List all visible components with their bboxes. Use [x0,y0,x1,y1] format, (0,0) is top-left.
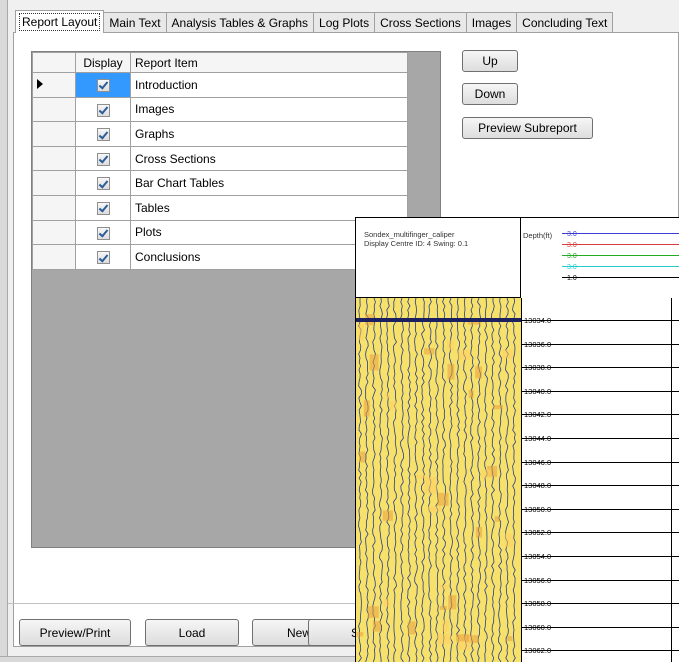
window-frame-left [0,0,8,662]
display-checkbox-cell[interactable] [75,170,131,196]
caliper-log-plot-image: Sondex_multifinger_caliper Display Centr… [355,217,679,662]
depth-tick-label: 13038.0 [524,363,552,373]
depth-tick-label: 13058.0 [524,599,552,609]
tab-label: Concluding Text [522,16,608,30]
table-row[interactable]: Introduction [32,72,408,98]
down-button[interactable]: Down [462,83,518,105]
depth-tick-label: 13052.0 [524,528,552,538]
tab-main-text[interactable]: Main Text [103,12,167,33]
report-item-cell[interactable]: Bar Chart Tables [130,170,408,196]
table-row[interactable]: Plots [32,219,408,246]
plot-title-line2: Display Centre ID: 4 Swing: 0.1 [364,239,469,248]
report-item-cell[interactable]: Cross Sections [130,145,408,172]
row-header-corner [32,52,76,73]
tab-concluding-text[interactable]: Concluding Text [516,12,614,33]
scale-line [562,244,679,245]
scale-value: 3.0 [567,242,577,249]
depth-tick-label: 13040.0 [524,386,552,396]
display-checkbox[interactable] [96,103,110,117]
preview-print-button[interactable]: Preview/Print [19,619,131,646]
report-item-cell[interactable]: Images [130,96,408,123]
display-checkbox[interactable] [96,78,110,92]
display-checkbox-cell[interactable] [75,96,131,123]
table-row[interactable]: Graphs [32,121,408,147]
current-row-arrow-icon [37,78,43,89]
display-checkbox-cell[interactable] [75,145,131,172]
depth-tick-label: 13046.0 [524,457,552,467]
display-checkbox[interactable] [96,226,110,240]
display-checkbox[interactable] [96,177,110,191]
plot-title: Sondex_multifinger_caliper Display Centr… [364,230,468,248]
plot-grid-vertical [671,298,672,662]
depth-track-axis [521,298,522,662]
display-checkbox[interactable] [96,251,110,265]
depth-tick-label: 13056.0 [524,575,552,585]
tab-label: Cross Sections [380,16,461,30]
tab-images[interactable]: Images [465,12,518,33]
plot-header: Sondex_multifinger_caliper Display Centr… [356,218,521,298]
tab-cross-sections[interactable]: Cross Sections [374,12,467,33]
row-selector[interactable] [32,96,76,123]
row-selector[interactable] [32,121,76,147]
display-checkbox[interactable] [96,152,110,166]
row-selector[interactable] [32,145,76,172]
load-button[interactable]: Load [145,619,239,646]
table-row[interactable]: Cross Sections [32,145,408,172]
table-row[interactable]: Tables [32,194,408,221]
table-row[interactable]: Conclusions [32,244,408,270]
table-row[interactable]: Bar Chart Tables [32,170,408,196]
tab-label: Log Plots [319,16,370,30]
tab-label: Main Text [109,16,161,30]
tab-label: Analysis Tables & Graphs [171,16,309,30]
caliper-track-image [356,298,521,662]
depth-tick-label: 13048.0 [524,481,552,491]
caliper-track-svg [356,298,521,662]
tab-label: Images [471,16,512,30]
report-item-cell[interactable]: Graphs [130,121,408,147]
scale-line [562,277,679,278]
scale-line [562,233,679,234]
depth-label: Depth(ft) [523,231,553,240]
depth-tick-label: 13050.0 [524,504,552,514]
row-selector[interactable] [32,72,76,98]
depth-tick-label: 13054.0 [524,552,552,561]
depth-tick-label: 13034.0 [524,316,552,325]
column-header-report-item[interactable]: Report Item [130,52,408,73]
scale-line [562,255,679,256]
depth-tick-label: 13060.0 [524,622,552,632]
column-header-display[interactable]: Display [75,52,131,73]
report-item-cell[interactable]: Introduction [130,72,408,98]
row-selector[interactable] [32,244,76,270]
display-checkbox-cell[interactable] [75,72,131,98]
table-row[interactable]: Images [32,96,408,123]
tab-label: Report Layout [18,13,101,31]
depth-tick-label: 13042.0 [524,410,552,420]
scale-value: 1.0 [567,275,577,282]
report-items-table: Display Report Item Introduction Images Gr… [32,52,408,270]
display-checkbox-cell[interactable] [75,194,131,221]
tab-report-layout[interactable]: Report Layout [15,10,105,33]
plot-title-line1: Sondex_multifinger_caliper [364,230,455,239]
display-checkbox-cell[interactable] [75,121,131,147]
row-selector[interactable] [32,170,76,196]
display-checkbox[interactable] [96,201,110,215]
row-selector[interactable] [32,219,76,246]
depth-tick-label: 13036.0 [524,339,552,349]
scale-value: 3.0 [567,253,577,260]
tab-log-plots[interactable]: Log Plots [313,12,376,33]
tab-analysis-tables-graphs[interactable]: Analysis Tables & Graphs [165,12,315,33]
display-checkbox[interactable] [96,128,110,142]
display-checkbox-cell[interactable] [75,244,131,270]
scale-line [562,266,679,267]
scale-value: 3.0 [567,264,577,271]
display-checkbox-cell[interactable] [75,219,131,246]
preview-subreport-button[interactable]: Preview Subreport [462,117,593,139]
depth-tick-label: 13044.0 [524,434,552,443]
depth-tick-label: 13062.0 [524,646,552,656]
up-button[interactable]: Up [462,50,518,72]
tab-strip: Report Layout Main Text Analysis Tables … [15,10,614,33]
scale-value: 3.0 [567,231,577,238]
row-selector[interactable] [32,194,76,221]
